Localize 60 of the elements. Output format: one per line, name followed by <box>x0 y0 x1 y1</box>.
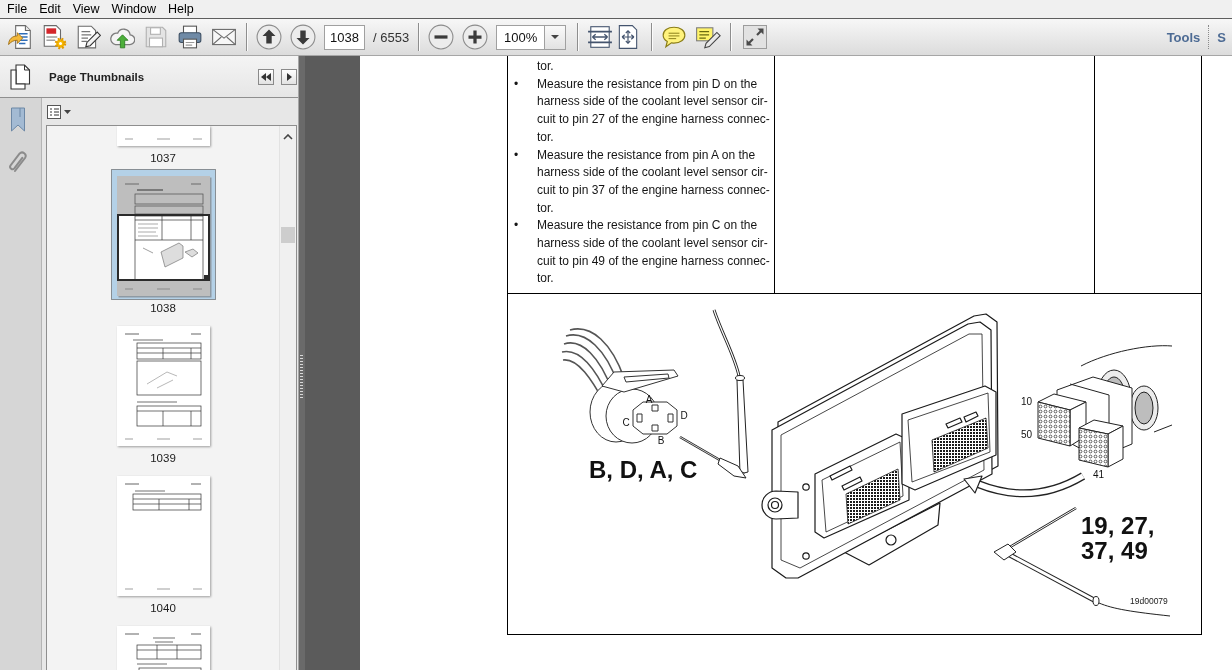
instruction-text: tor. <box>537 58 554 75</box>
dropdown-button[interactable] <box>544 24 567 50</box>
collapse-button[interactable] <box>258 68 274 85</box>
chevron-up-icon[interactable] <box>283 134 293 140</box>
page-thumbnail[interactable] <box>116 476 210 596</box>
list-bullet: • <box>514 75 520 93</box>
print-icon[interactable] <box>177 24 203 50</box>
pin-number-label: 10 <box>1021 396 1033 407</box>
thumbnail-label: 1037 <box>150 151 176 166</box>
bookmark-icon[interactable] <box>9 107 26 132</box>
pin-label: C <box>622 417 630 428</box>
document-gear-icon[interactable] <box>41 24 67 50</box>
visible-area-frame[interactable] <box>116 214 210 281</box>
text-pencil-icon[interactable] <box>695 24 722 50</box>
instruction-text: Measure the resistance from pin D on the harness side of the coolant level sensor cir- cuit to pin 27 of the engine harness connec- tor. <box>537 75 770 146</box>
zoom-out-icon[interactable] <box>428 24 455 50</box>
page-number-field[interactable]: 1038 <box>324 24 365 50</box>
menu-item[interactable]: Window <box>105 0 163 18</box>
menu-item[interactable]: Help <box>162 0 200 18</box>
double-triangle-left-icon <box>261 72 271 81</box>
scrollbar-thumb[interactable] <box>281 227 295 243</box>
pin-label: D <box>680 410 688 421</box>
speech-bubble-icon[interactable] <box>661 24 688 50</box>
instruction-text: Measure the resistance from pin C on the harness side of the coolant level sensor cir- cuit to pin 49 of the engine harness connec- tor. <box>537 217 770 288</box>
zoom-in-icon[interactable] <box>462 24 489 50</box>
page-thumbnail[interactable] <box>116 326 210 446</box>
pane-button[interactable]: Tools <box>1160 25 1207 49</box>
page-count: / 6553 <box>373 29 410 45</box>
caret-icon <box>551 35 560 39</box>
panel-title: Page Thumbnails <box>49 70 146 83</box>
pin-label: B <box>657 435 665 446</box>
thumbnail-label: 1039 <box>150 451 176 466</box>
expand-arrows-icon[interactable] <box>743 25 768 49</box>
pin-label: A <box>645 394 653 405</box>
instruction-text: Measure the resistance from pin A on the harness side of the coolant level sensor cir- cuit to pin 37 of the engine harness connec- tor. <box>537 146 770 217</box>
pin-list-label: B, D, A, C <box>589 456 698 483</box>
menu-item[interactable]: Edit <box>33 0 67 18</box>
thumbnail-label: 1040 <box>150 601 176 616</box>
panel-options-button[interactable] <box>281 68 297 85</box>
document-pencil-icon[interactable] <box>75 24 101 50</box>
zoom-field[interactable]: 100% <box>496 24 545 50</box>
thumbnail-label: 1038 <box>150 301 176 316</box>
page-thumbnail[interactable] <box>110 169 216 300</box>
figure-number: 19d00079 <box>1130 596 1168 606</box>
page-thumbnail[interactable] <box>116 126 210 146</box>
pane-button[interactable]: S <box>1211 25 1232 49</box>
menu-item[interactable]: File <box>1 0 34 18</box>
pin-list-label: 19, 27, 37, 49 <box>1081 512 1155 564</box>
splitter-handle[interactable] <box>300 355 303 400</box>
list-caret-icon[interactable] <box>47 104 72 119</box>
paperclip-icon[interactable] <box>7 150 28 174</box>
list-bullet: • <box>514 146 520 164</box>
pin-number-label: 41 <box>1093 469 1105 480</box>
menu-item[interactable]: View <box>66 0 106 18</box>
pages-icon[interactable] <box>9 63 31 90</box>
fit-width-icon[interactable] <box>587 24 614 50</box>
triangle-right-icon <box>286 72 292 81</box>
pin-number-label: 50 <box>1021 429 1033 440</box>
list-bullet: • <box>514 217 520 235</box>
document-arrow-icon[interactable] <box>7 24 33 50</box>
